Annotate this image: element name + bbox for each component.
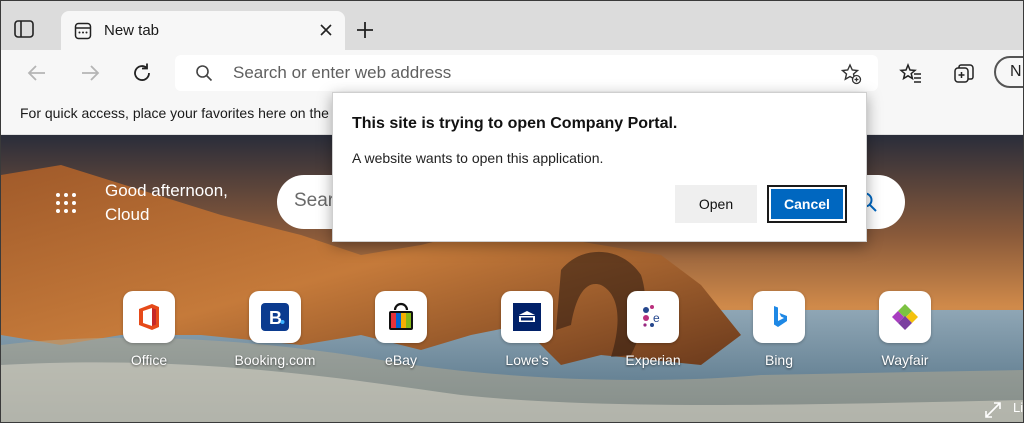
office-icon bbox=[123, 291, 175, 343]
tab-actions-icon[interactable] bbox=[13, 18, 35, 40]
wayfair-icon bbox=[879, 291, 931, 343]
expand-icon[interactable] bbox=[984, 401, 1002, 419]
greeting-line-1: Good afternoon, bbox=[105, 181, 228, 200]
address-bar[interactable]: Search or enter web address bbox=[175, 55, 878, 91]
quick-link-office[interactable]: Office bbox=[90, 291, 210, 381]
dialog-message: A website wants to open this application… bbox=[352, 150, 604, 166]
quick-link-label: Bing bbox=[764, 352, 794, 368]
ebay-icon bbox=[375, 291, 427, 343]
cancel-button[interactable]: Cancel bbox=[771, 189, 843, 219]
search-icon bbox=[195, 64, 213, 82]
profile-initial: N bbox=[1010, 63, 1022, 80]
new-tab-search-placeholder: Sear bbox=[294, 190, 335, 211]
greeting: Good afternoon, Cloud bbox=[105, 179, 275, 227]
browser-window: New tab Search or enter web address N Fo… bbox=[0, 0, 1024, 423]
cancel-button-focus-ring: Cancel bbox=[767, 185, 847, 223]
forward-arrow-icon[interactable] bbox=[78, 61, 102, 85]
quick-link-label: Booking.com bbox=[234, 352, 316, 368]
open-button[interactable]: Open bbox=[675, 185, 757, 223]
apps-launcher-icon[interactable] bbox=[54, 191, 78, 215]
dialog-title: This site is trying to open Company Port… bbox=[352, 115, 678, 132]
quick-link-lowes[interactable]: Lowe's bbox=[468, 291, 588, 381]
quick-link-booking[interactable]: B Booking.com bbox=[216, 291, 336, 381]
favorites-icon[interactable] bbox=[899, 62, 923, 86]
refresh-icon[interactable] bbox=[130, 61, 154, 85]
quick-link-experian[interactable]: e Experian bbox=[594, 291, 714, 381]
close-tab-icon[interactable] bbox=[317, 21, 335, 39]
tab-strip: New tab bbox=[1, 1, 1023, 50]
quick-link-label: Office bbox=[130, 352, 168, 368]
svg-text:e: e bbox=[653, 311, 660, 325]
open-app-dialog: This site is trying to open Company Port… bbox=[332, 92, 867, 242]
new-tab-plus-icon[interactable] bbox=[355, 20, 375, 40]
collections-icon[interactable] bbox=[952, 62, 976, 86]
bing-icon bbox=[753, 291, 805, 343]
profile-button[interactable]: N bbox=[994, 56, 1023, 88]
lowes-icon bbox=[501, 291, 553, 343]
favorites-bar-hint: For quick access, place your favorites h… bbox=[20, 105, 329, 121]
tab-new-tab[interactable]: New tab bbox=[61, 11, 345, 50]
quick-link-bing[interactable]: Bing bbox=[720, 291, 840, 381]
quick-link-label: Wayfair bbox=[881, 352, 929, 368]
add-favorite-star-icon[interactable] bbox=[840, 63, 862, 85]
quick-link-wayfair[interactable]: Wayfair bbox=[846, 291, 966, 381]
expand-label: Li bbox=[1013, 400, 1023, 415]
address-input[interactable]: Search or enter web address bbox=[233, 63, 451, 83]
quick-link-ebay[interactable]: eBay bbox=[342, 291, 462, 381]
booking-icon: B bbox=[249, 291, 301, 343]
quick-link-label: eBay bbox=[385, 352, 417, 368]
tab-title: New tab bbox=[104, 22, 160, 39]
new-tab-favicon-icon bbox=[74, 22, 92, 40]
quick-link-label: Lowe's bbox=[505, 352, 549, 368]
navigation-toolbar: Search or enter web address N bbox=[1, 50, 1023, 96]
back-arrow-icon[interactable] bbox=[25, 61, 49, 85]
experian-icon: e bbox=[627, 291, 679, 343]
greeting-line-2: Cloud bbox=[105, 205, 150, 224]
svg-text:B: B bbox=[269, 308, 282, 328]
quick-link-label: Experian bbox=[625, 352, 681, 368]
